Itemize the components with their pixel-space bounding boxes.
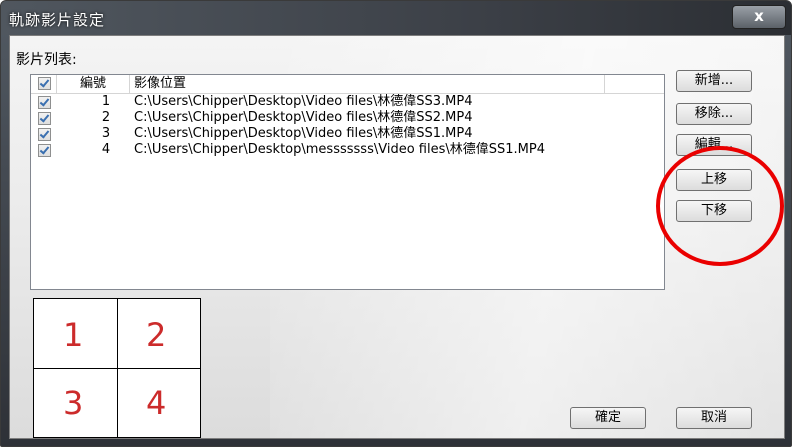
cancel-button[interactable]: 取消: [676, 407, 752, 429]
video-layout-grid: 1 2 3 4: [33, 298, 201, 438]
column-header-location[interactable]: 影像位置: [130, 75, 605, 93]
row-path: C:\Users\Chipper\Desktop\Video files\林德偉…: [134, 94, 473, 109]
list-item[interactable]: 1 C:\Users\Chipper\Desktop\Video files\林…: [31, 94, 664, 110]
row-checkbox[interactable]: [38, 96, 51, 109]
video-list[interactable]: 編號 影像位置 1 C:\Users\Chipper\Desktop\Video…: [30, 74, 665, 290]
column-header-number[interactable]: 編號: [57, 75, 130, 93]
row-path: C:\Users\Chipper\Desktop\Video files\林德偉…: [134, 110, 473, 125]
grid-cell-1: 1: [63, 316, 84, 354]
row-number: 4: [101, 142, 111, 157]
row-path: C:\Users\Chipper\Desktop\Video files\林德偉…: [134, 126, 473, 141]
title-bar[interactable]: 軌跡影片設定 x: [1, 1, 791, 35]
close-button[interactable]: x: [732, 5, 786, 29]
row-number: 3: [101, 126, 111, 141]
row-checkbox[interactable]: [38, 112, 51, 125]
row-number: 2: [101, 110, 111, 125]
grid-cell-2: 2: [146, 316, 167, 354]
video-list-label: 影片列表:: [16, 52, 77, 68]
ok-button[interactable]: 確定: [570, 407, 646, 429]
grid-cell-3: 3: [63, 384, 84, 422]
list-item[interactable]: 3 C:\Users\Chipper\Desktop\Video files\林…: [31, 126, 664, 142]
add-button[interactable]: 新增...: [676, 70, 752, 92]
row-checkbox[interactable]: [38, 144, 51, 157]
window-title: 軌跡影片設定: [9, 11, 106, 29]
list-item[interactable]: 4 C:\Users\Chipper\Desktop\messsssss\Vid…: [31, 142, 664, 158]
list-header: 編號 影像位置: [31, 75, 664, 94]
row-checkbox[interactable]: [38, 128, 51, 141]
red-highlight-circle: [656, 146, 784, 266]
dialog-window: 軌跡影片設定 x 影片列表: 編號 影像位置 1 C:\Users\Chippe…: [0, 0, 792, 447]
list-item[interactable]: 2 C:\Users\Chipper\Desktop\Video files\林…: [31, 110, 664, 126]
row-path: C:\Users\Chipper\Desktop\messsssss\Video…: [134, 142, 545, 157]
select-all-checkbox[interactable]: [38, 77, 51, 90]
grid-cell-4: 4: [146, 384, 167, 422]
remove-button[interactable]: 移除...: [676, 103, 752, 125]
row-number: 1: [101, 94, 111, 109]
